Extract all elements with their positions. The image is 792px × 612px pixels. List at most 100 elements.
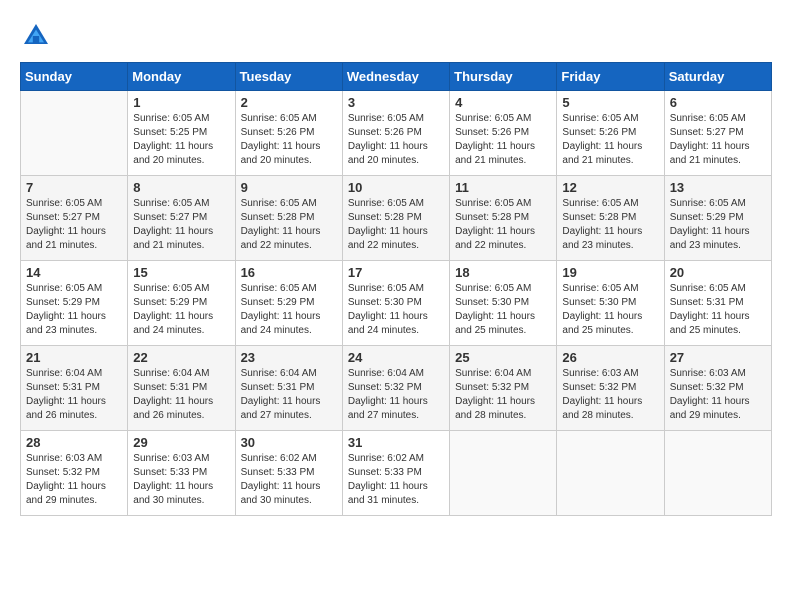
calendar-cell: 13Sunrise: 6:05 AM Sunset: 5:29 PM Dayli…: [664, 176, 771, 261]
day-number: 3: [348, 95, 444, 110]
day-info: Sunrise: 6:05 AM Sunset: 5:28 PM Dayligh…: [562, 197, 658, 253]
calendar-cell: 27 Sunrise: 6:03 AM Sunset: 5:32 PM Dayli…: [664, 346, 771, 431]
day-info: Sunrise: 6:05 AM Sunset: 5:28 PM Dayligh…: [455, 197, 551, 253]
day-info: Sunrise: 6:04 AM Sunset: 5:31 PM Dayligh…: [26, 367, 122, 423]
day-number: 15: [133, 265, 229, 280]
day-number: 11: [455, 180, 551, 195]
day-info: Sunrise: 6:05 AM Sunset: 5:29 PM Dayligh…: [133, 282, 229, 338]
day-number: 29: [133, 435, 229, 450]
day-info: Sunrise: 6:04 AM Sunset: 5:32 PM Dayligh…: [455, 367, 551, 423]
day-info: Sunrise: 6:05 AM Sunset: 5:30 PM Dayligh…: [348, 282, 444, 338]
day-number: 7: [26, 180, 122, 195]
calendar-header-thursday: Thursday: [450, 63, 557, 91]
calendar-cell: 11 Sunrise: 6:05 AM Sunset: 5:28 PM Dayli…: [450, 176, 557, 261]
calendar-cell: 3 Sunrise: 6:05 AM Sunset: 5:26 PM Daylig…: [342, 91, 449, 176]
calendar-week-row: 21 Sunrise: 6:04 AM Sunset: 5:31 PM Dayli…: [21, 346, 772, 431]
day-number: 24: [348, 350, 444, 365]
day-info: Sunrise: 6:05 AM Sunset: 5:29 PM Dayligh…: [241, 282, 337, 338]
day-number: 27: [670, 350, 766, 365]
calendar-cell: 4Sunrise: 6:05 AM Sunset: 5:26 PM Daylig…: [450, 91, 557, 176]
day-info: Sunrise: 6:05 AM Sunset: 5:27 PM Dayligh…: [133, 197, 229, 253]
day-info: Sunrise: 6:03 AM Sunset: 5:32 PM Dayligh…: [562, 367, 658, 423]
calendar-cell: 1 Sunrise: 6:05 AM Sunset: 5:25 PM Daylig…: [128, 91, 235, 176]
day-info: Sunrise: 6:05 AM Sunset: 5:25 PM Dayligh…: [133, 112, 229, 168]
calendar-header-monday: Monday: [128, 63, 235, 91]
calendar-cell: [664, 431, 771, 516]
day-number: 1: [133, 95, 229, 110]
day-info: Sunrise: 6:05 AM Sunset: 5:28 PM Dayligh…: [241, 197, 337, 253]
calendar-cell: 17 Sunrise: 6:05 AM Sunset: 5:30 PM Dayli…: [342, 261, 449, 346]
day-number: 19: [562, 265, 658, 280]
day-number: 17: [348, 265, 444, 280]
calendar-cell: 7Sunrise: 6:05 AM Sunset: 5:27 PM Daylig…: [21, 176, 128, 261]
calendar-header-saturday: Saturday: [664, 63, 771, 91]
day-info: Sunrise: 6:05 AM Sunset: 5:26 PM Dayligh…: [455, 112, 551, 168]
day-number: 26: [562, 350, 658, 365]
day-number: 6: [670, 95, 766, 110]
calendar-cell: 20 Sunrise: 6:05 AM Sunset: 5:31 PM Dayli…: [664, 261, 771, 346]
day-info: Sunrise: 6:04 AM Sunset: 5:32 PM Dayligh…: [348, 367, 444, 423]
calendar-cell: 9Sunrise: 6:05 AM Sunset: 5:28 PM Daylig…: [235, 176, 342, 261]
calendar-cell: [557, 431, 664, 516]
day-info: Sunrise: 6:05 AM Sunset: 5:30 PM Dayligh…: [562, 282, 658, 338]
calendar-cell: [450, 431, 557, 516]
day-number: 21: [26, 350, 122, 365]
day-info: Sunrise: 6:05 AM Sunset: 5:29 PM Dayligh…: [26, 282, 122, 338]
day-number: 2: [241, 95, 337, 110]
calendar-cell: 12 Sunrise: 6:05 AM Sunset: 5:28 PM Dayli…: [557, 176, 664, 261]
day-number: 28: [26, 435, 122, 450]
day-number: 5: [562, 95, 658, 110]
calendar-body: 1 Sunrise: 6:05 AM Sunset: 5:25 PM Daylig…: [21, 91, 772, 516]
calendar-cell: 21 Sunrise: 6:04 AM Sunset: 5:31 PM Dayli…: [21, 346, 128, 431]
day-info: Sunrise: 6:03 AM Sunset: 5:33 PM Dayligh…: [133, 452, 229, 508]
day-info: Sunrise: 6:05 AM Sunset: 5:26 PM Dayligh…: [348, 112, 444, 168]
day-number: 22: [133, 350, 229, 365]
day-info: Sunrise: 6:03 AM Sunset: 5:32 PM Dayligh…: [670, 367, 766, 423]
calendar-week-row: 28 Sunrise: 6:03 AM Sunset: 5:32 PM Dayli…: [21, 431, 772, 516]
day-number: 8: [133, 180, 229, 195]
day-number: 12: [562, 180, 658, 195]
logo: [20, 20, 56, 52]
day-info: Sunrise: 6:05 AM Sunset: 5:31 PM Dayligh…: [670, 282, 766, 338]
day-info: Sunrise: 6:05 AM Sunset: 5:27 PM Dayligh…: [670, 112, 766, 168]
day-number: 31: [348, 435, 444, 450]
day-number: 20: [670, 265, 766, 280]
day-info: Sunrise: 6:05 AM Sunset: 5:28 PM Dayligh…: [348, 197, 444, 253]
calendar-cell: 14 Sunrise: 6:05 AM Sunset: 5:29 PM Dayli…: [21, 261, 128, 346]
calendar-cell: 5 Sunrise: 6:05 AM Sunset: 5:26 PM Daylig…: [557, 91, 664, 176]
day-info: Sunrise: 6:04 AM Sunset: 5:31 PM Dayligh…: [133, 367, 229, 423]
calendar-header-wednesday: Wednesday: [342, 63, 449, 91]
calendar-header-tuesday: Tuesday: [235, 63, 342, 91]
day-info: Sunrise: 6:03 AM Sunset: 5:32 PM Dayligh…: [26, 452, 122, 508]
calendar-cell: 22 Sunrise: 6:04 AM Sunset: 5:31 PM Dayli…: [128, 346, 235, 431]
calendar-week-row: 7 Sunrise: 6:05 AM Sunset: 5:27 PM Daylig…: [21, 176, 772, 261]
calendar-cell: 18Sunrise: 6:05 AM Sunset: 5:30 PM Dayli…: [450, 261, 557, 346]
calendar-cell: 28 Sunrise: 6:03 AM Sunset: 5:32 PM Dayli…: [21, 431, 128, 516]
calendar-cell: 6 Sunrise: 6:05 AM Sunset: 5:27 PM Daylig…: [664, 91, 771, 176]
day-info: Sunrise: 6:04 AM Sunset: 5:31 PM Dayligh…: [241, 367, 337, 423]
day-info: Sunrise: 6:05 AM Sunset: 5:26 PM Dayligh…: [562, 112, 658, 168]
day-info: Sunrise: 6:02 AM Sunset: 5:33 PM Dayligh…: [348, 452, 444, 508]
day-number: 13: [670, 180, 766, 195]
day-info: Sunrise: 6:05 AM Sunset: 5:26 PM Dayligh…: [241, 112, 337, 168]
calendar-cell: 29 Sunrise: 6:03 AM Sunset: 5:33 PM Dayli…: [128, 431, 235, 516]
calendar-cell: 26 Sunrise: 6:03 AM Sunset: 5:32 PM Dayli…: [557, 346, 664, 431]
calendar-cell: 16Sunrise: 6:05 AM Sunset: 5:29 PM Dayli…: [235, 261, 342, 346]
calendar-cell: [21, 91, 128, 176]
calendar-cell: 2 Sunrise: 6:05 AM Sunset: 5:26 PM Daylig…: [235, 91, 342, 176]
calendar-cell: 8 Sunrise: 6:05 AM Sunset: 5:27 PM Daylig…: [128, 176, 235, 261]
calendar-cell: 19 Sunrise: 6:05 AM Sunset: 5:30 PM Dayli…: [557, 261, 664, 346]
calendar-cell: 30Sunrise: 6:02 AM Sunset: 5:33 PM Dayli…: [235, 431, 342, 516]
calendar-cell: 31 Sunrise: 6:02 AM Sunset: 5:33 PM Dayli…: [342, 431, 449, 516]
calendar-cell: 25 Sunrise: 6:04 AM Sunset: 5:32 PM Dayli…: [450, 346, 557, 431]
calendar-header-sunday: Sunday: [21, 63, 128, 91]
logo-icon: [20, 20, 52, 52]
day-info: Sunrise: 6:05 AM Sunset: 5:30 PM Dayligh…: [455, 282, 551, 338]
calendar-cell: 15 Sunrise: 6:05 AM Sunset: 5:29 PM Dayli…: [128, 261, 235, 346]
calendar-header-row: SundayMondayTuesdayWednesdayThursdayFrid…: [21, 63, 772, 91]
calendar-cell: 24 Sunrise: 6:04 AM Sunset: 5:32 PM Dayli…: [342, 346, 449, 431]
page-header: [20, 20, 772, 52]
day-number: 25: [455, 350, 551, 365]
day-number: 14: [26, 265, 122, 280]
day-number: 10: [348, 180, 444, 195]
